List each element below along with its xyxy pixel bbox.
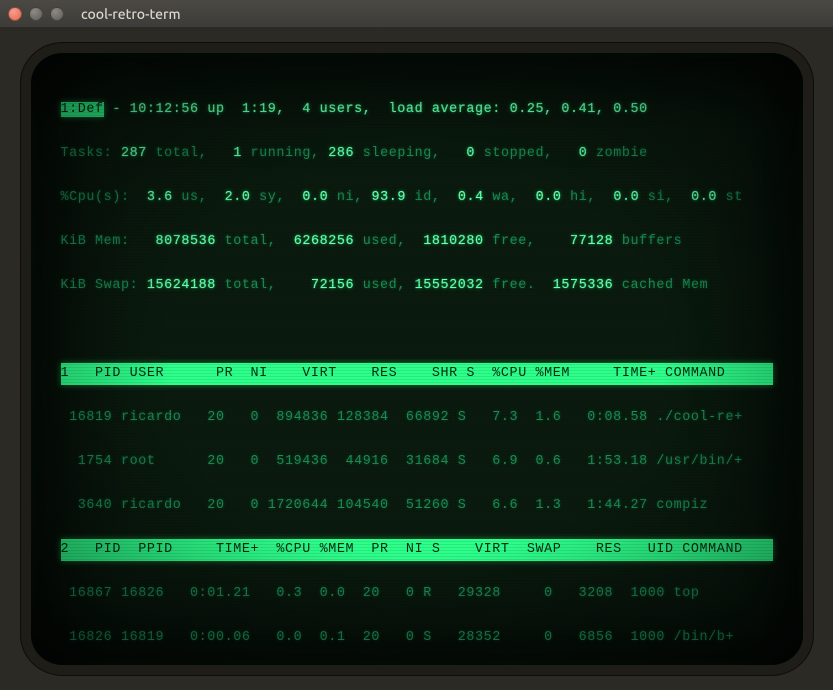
blank-line bbox=[61, 319, 773, 341]
summary-line-1: 1:Def - 10:12:56 up 1:19, 4 users, load … bbox=[61, 99, 773, 121]
summary-tasks: Tasks: 287 total, 1 running, 286 sleepin… bbox=[61, 143, 773, 165]
table-row: 16867 16826 0:01.21 0.3 0.0 20 0 R 29328… bbox=[61, 583, 773, 605]
summary-swap: KiB Swap: 15624188 total, 72156 used, 15… bbox=[61, 275, 773, 297]
pane1-header: 1 PID USER PR NI VIRT RES SHR S %CPU %ME… bbox=[61, 363, 773, 385]
window-maximize-button[interactable] bbox=[50, 7, 64, 21]
window-minimize-button[interactable] bbox=[29, 7, 43, 21]
table-row: 1754 root 20 0 519436 44916 31684 S 6.9 … bbox=[61, 451, 773, 473]
terminal-stage: 1:Def - 10:12:56 up 1:19, 4 users, load … bbox=[0, 28, 833, 690]
pane2-header: 2 PID PPID TIME+ %CPU %MEM PR NI S VIRT … bbox=[61, 539, 773, 561]
table-row: 16819 ricardo 20 0 894836 128384 66892 S… bbox=[61, 407, 773, 429]
summary-mem: KiB Mem: 8078536 total, 6268256 used, 18… bbox=[61, 231, 773, 253]
terminal-screen[interactable]: 1:Def - 10:12:56 up 1:19, 4 users, load … bbox=[61, 77, 773, 641]
table-row: 3640 ricardo 20 0 1720644 104540 51260 S… bbox=[61, 495, 773, 517]
window-titlebar: cool-retro-term bbox=[0, 0, 833, 28]
window-close-button[interactable] bbox=[8, 7, 22, 21]
session-tag: 1:Def bbox=[61, 102, 104, 117]
summary-cpu: %Cpu(s): 3.6 us, 2.0 sy, 0.0 ni, 93.9 id… bbox=[61, 187, 773, 209]
crt-frame: 1:Def - 10:12:56 up 1:19, 4 users, load … bbox=[31, 53, 803, 665]
table-row: 16826 16819 0:00.06 0.0 0.1 20 0 S 28352… bbox=[61, 627, 773, 649]
window-title: cool-retro-term bbox=[81, 6, 181, 22]
